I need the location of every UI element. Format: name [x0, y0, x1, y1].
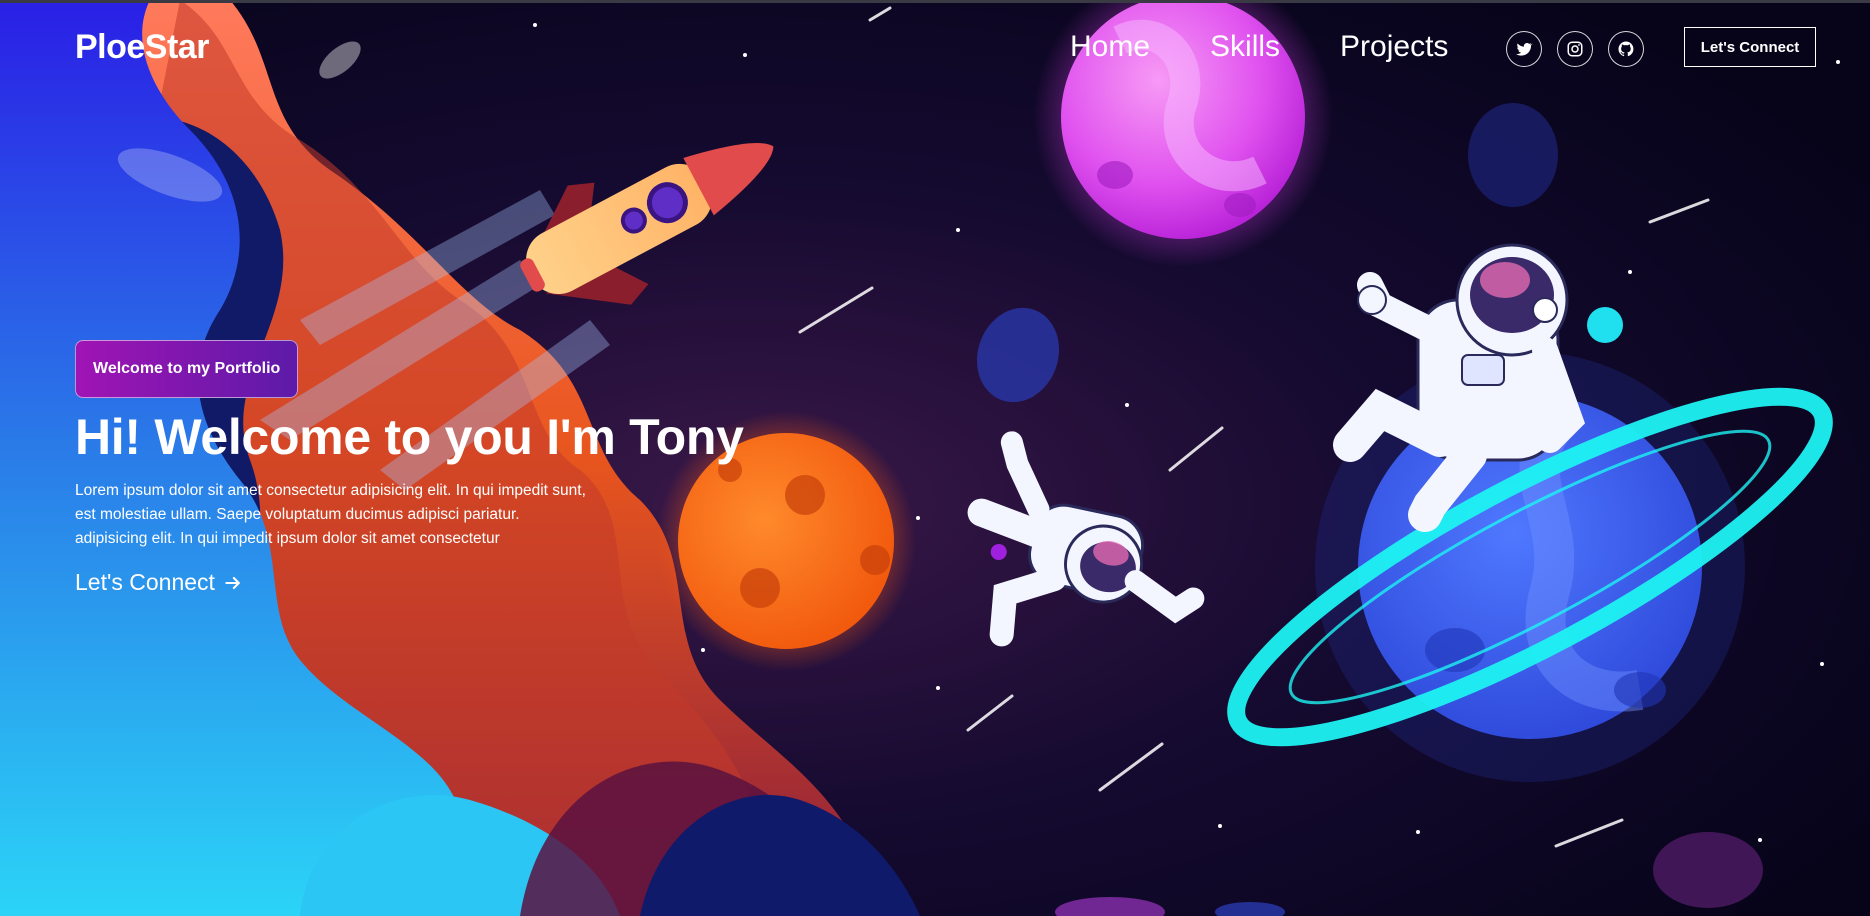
social-links [1506, 31, 1644, 67]
nav-link-home[interactable]: Home [1070, 30, 1150, 64]
instagram-button[interactable] [1557, 31, 1593, 67]
hero-section: Welcome to my Portfolio Hi! Welcome to y… [75, 340, 775, 596]
twitter-icon [1515, 42, 1533, 56]
lets-connect-button[interactable]: Let's Connect [1684, 27, 1816, 67]
hero-description: Lorem ipsum dolor sit amet consectetur a… [75, 482, 586, 547]
instagram-icon [1567, 41, 1583, 57]
nav-link-projects[interactable]: Projects [1340, 30, 1448, 64]
twitter-button[interactable] [1506, 31, 1542, 67]
hero-connect-label: Let's Connect [75, 569, 215, 595]
nav-links: Home Skills Projects [1070, 30, 1448, 64]
brand-logo[interactable]: PloeStar [75, 28, 209, 67]
arrow-right-icon [225, 576, 240, 589]
welcome-tagline-badge: Welcome to my Portfolio [75, 340, 299, 398]
nav-link-skills[interactable]: Skills [1210, 30, 1280, 64]
github-icon [1618, 41, 1634, 57]
github-button[interactable] [1608, 31, 1644, 67]
hero-connect-link[interactable]: Let's Connect [75, 569, 243, 596]
hero-headline: Hi! Welcome to you I'm Tony [75, 409, 744, 465]
navbar: PloeStar Home Skills Projects Let's Conn… [0, 0, 1870, 96]
